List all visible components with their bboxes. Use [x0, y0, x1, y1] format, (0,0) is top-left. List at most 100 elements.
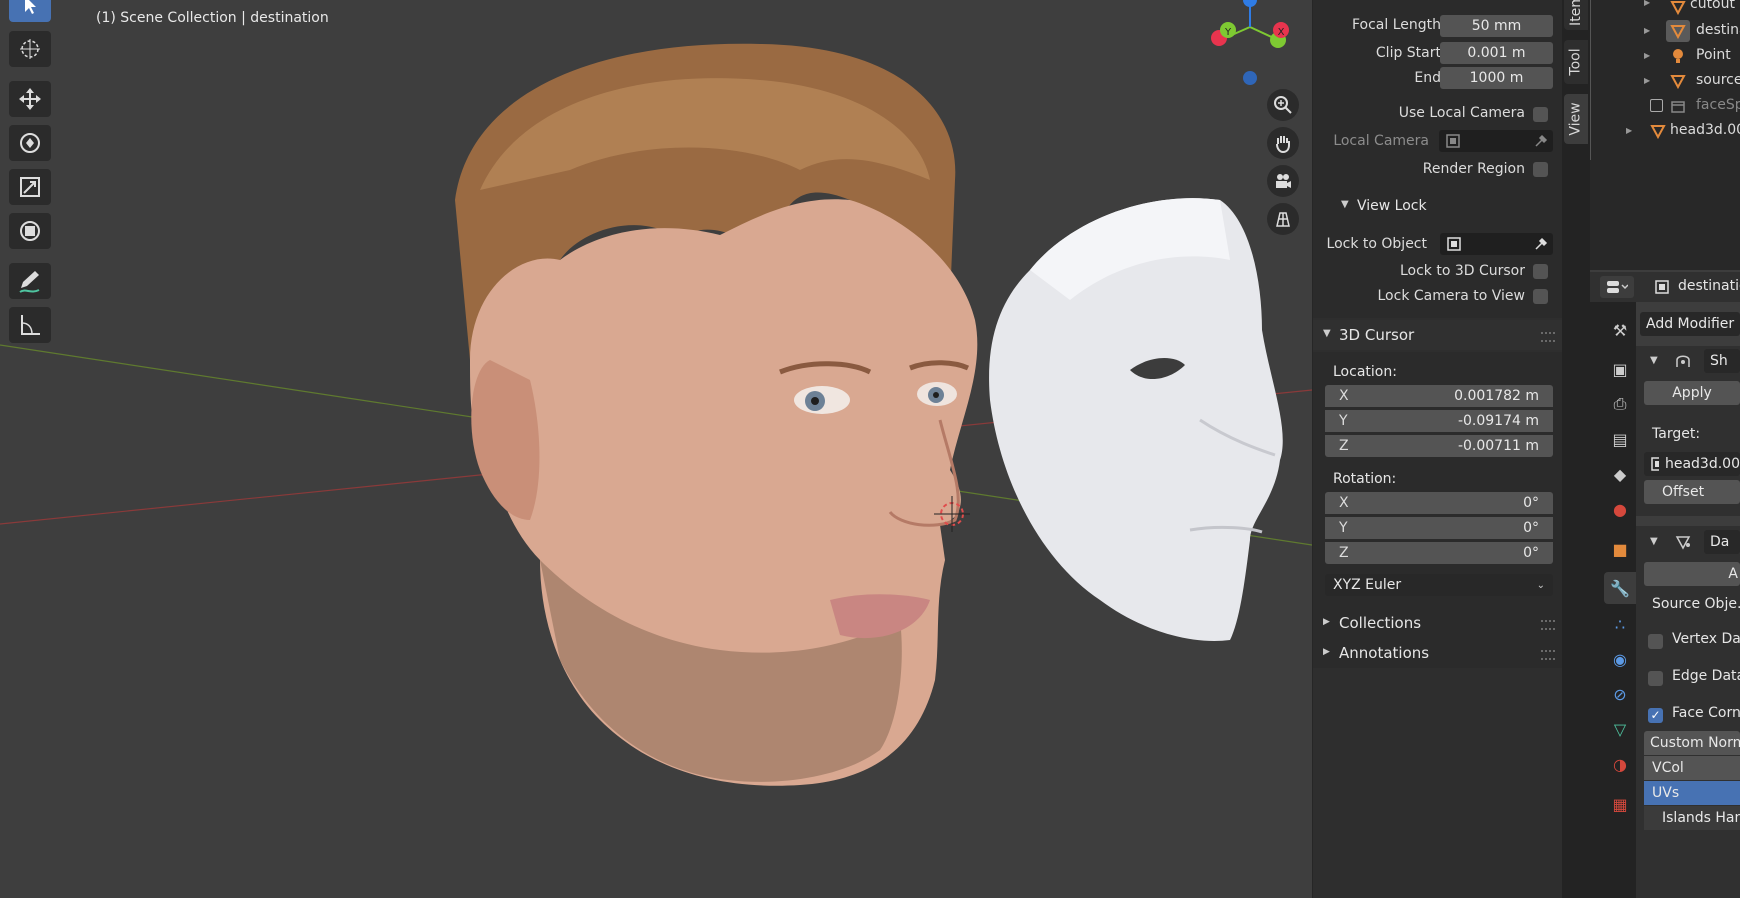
- cursor-tool[interactable]: [9, 31, 51, 67]
- local-camera-field[interactable]: [1439, 130, 1553, 152]
- expand-arrow-icon[interactable]: ▶: [1626, 126, 1632, 135]
- hand-icon: [1276, 136, 1290, 153]
- clip-end-label: End: [1414, 70, 1441, 86]
- exclude-checkbox[interactable]: [1650, 99, 1663, 112]
- render-region-label: Render Region: [1422, 161, 1525, 177]
- measure-tool[interactable]: [9, 307, 51, 343]
- expand-arrow-icon[interactable]: ▶: [1644, 0, 1650, 7]
- use-local-camera-checkbox[interactable]: [1533, 107, 1548, 122]
- transform-tool[interactable]: [9, 213, 51, 249]
- add-modifier-button[interactable]: Add Modifier: [1640, 312, 1740, 336]
- vertex-data-checkbox[interactable]: [1648, 634, 1663, 649]
- collections-title: Collections: [1339, 614, 1422, 632]
- use-local-camera-label: Use Local Camera: [1398, 105, 1525, 121]
- cursor-rotation-x-field[interactable]: X 0°: [1325, 492, 1553, 514]
- material-icon[interactable]: ◑: [1608, 752, 1632, 776]
- object-icon: [1447, 237, 1461, 251]
- clip-end-field[interactable]: 1000 m: [1440, 67, 1553, 89]
- zoom-button[interactable]: [1267, 89, 1299, 121]
- tool-settings-icon[interactable]: ⚒: [1608, 318, 1632, 342]
- edge-data-checkbox[interactable]: [1648, 671, 1663, 686]
- outliner-item[interactable]: ▶ destination: [1590, 19, 1740, 43]
- pan-button[interactable]: [1267, 127, 1299, 159]
- outliner-item[interactable]: ▶ source: [1590, 69, 1740, 93]
- scene-icon[interactable]: ◆: [1608, 462, 1632, 486]
- focal-length-field[interactable]: 50 mm: [1440, 15, 1553, 37]
- modifier-collapse-icon[interactable]: ▼: [1650, 536, 1658, 547]
- modifier-wrench-icon[interactable]: 🔧: [1604, 572, 1636, 604]
- 3d-viewport[interactable]: (1) Scene Collection | destination Y X: [0, 0, 1312, 898]
- annotations-panel-header[interactable]: ▶ Annotations: [1313, 638, 1563, 668]
- location-y-value: -0.09174 m: [1457, 413, 1539, 429]
- cursor-location-y-field[interactable]: Y -0.09174 m: [1325, 410, 1553, 432]
- expand-arrow-icon[interactable]: ▶: [1644, 76, 1650, 85]
- modifier-name-field[interactable]: Sh: [1704, 349, 1740, 373]
- constraints-icon[interactable]: ⊘: [1608, 682, 1632, 706]
- expand-arrow-icon[interactable]: ▶: [1644, 26, 1650, 35]
- view-lock-title[interactable]: View Lock: [1357, 198, 1427, 214]
- apply-button[interactable]: Apply: [1644, 381, 1740, 405]
- outliner-item[interactable]: ▶ Point: [1590, 44, 1740, 68]
- physics-icon[interactable]: ◉: [1608, 647, 1632, 671]
- render-icon[interactable]: ▣: [1608, 357, 1632, 381]
- cursor-rotation-y-field[interactable]: Y 0°: [1325, 517, 1553, 539]
- rotate-tool[interactable]: [9, 125, 51, 161]
- view-lock-collapse-icon[interactable]: ▼: [1341, 199, 1349, 210]
- cursor-location-z-field[interactable]: Z -0.00711 m: [1325, 435, 1553, 457]
- lock-to-3d-cursor-checkbox[interactable]: [1533, 264, 1548, 279]
- render-region-checkbox[interactable]: [1533, 162, 1548, 177]
- world-icon[interactable]: ●: [1608, 497, 1632, 521]
- outliner: ▶ cutout ▶ destination ▶ Point ▶ source …: [1590, 0, 1740, 270]
- zoom-icon: [1274, 96, 1292, 114]
- object-icon: [1651, 457, 1659, 471]
- modifier-collapse-icon[interactable]: ▼: [1650, 355, 1658, 366]
- clip-start-field[interactable]: 0.001 m: [1440, 42, 1553, 64]
- chevron-down-icon: ⌄: [1536, 579, 1545, 591]
- lock-camera-to-view-checkbox[interactable]: [1533, 289, 1548, 304]
- z-label: Z: [1339, 438, 1349, 454]
- particles-icon[interactable]: ∴: [1608, 612, 1632, 636]
- rotate-icon: [20, 133, 40, 153]
- data-type-option[interactable]: Islands Han: [1644, 806, 1740, 830]
- outliner-item[interactable]: faceSp: [1590, 94, 1740, 118]
- move-tool[interactable]: [9, 81, 51, 117]
- data-type-option[interactable]: VCol: [1644, 756, 1740, 780]
- drag-grip-icon[interactable]: [1541, 620, 1555, 630]
- outliner-item[interactable]: ▶ head3d.00: [1590, 119, 1740, 143]
- select-box-tool[interactable]: [9, 0, 51, 22]
- mesh-data-icon[interactable]: ▽: [1608, 717, 1632, 741]
- modifier-name-field[interactable]: Da: [1704, 530, 1740, 554]
- tab-view[interactable]: View: [1564, 94, 1588, 144]
- apply-button[interactable]: A: [1644, 562, 1740, 586]
- tab-item[interactable]: Item: [1564, 0, 1588, 30]
- ortho-toggle-button[interactable]: [1267, 203, 1299, 235]
- data-type-option[interactable]: Custom Norm: [1644, 731, 1740, 755]
- mesh-icon: [1670, 25, 1686, 39]
- texture-icon[interactable]: ▦: [1608, 792, 1632, 816]
- view-layer-icon[interactable]: ▤: [1608, 427, 1632, 451]
- editor-type-menu[interactable]: [1600, 276, 1634, 298]
- navigation-gizmo[interactable]: Y X: [1205, 0, 1295, 90]
- lock-to-object-field[interactable]: [1440, 233, 1553, 255]
- crosshair-icon: [20, 39, 40, 59]
- tab-tool[interactable]: Tool: [1564, 40, 1588, 84]
- annotate-tool[interactable]: [9, 263, 51, 299]
- face-corner-checkbox[interactable]: ✓: [1648, 708, 1663, 723]
- target-field[interactable]: head3d.00: [1644, 452, 1740, 476]
- scale-tool[interactable]: [9, 169, 51, 205]
- outliner-item[interactable]: ▶ cutout: [1590, 0, 1740, 19]
- expand-arrow-icon[interactable]: ▶: [1644, 51, 1650, 60]
- drag-grip-icon[interactable]: [1541, 332, 1555, 342]
- output-icon[interactable]: ⎙: [1608, 392, 1632, 416]
- cursor-rotation-z-field[interactable]: Z 0°: [1325, 542, 1553, 564]
- outliner-item-label: faceSp: [1696, 97, 1740, 113]
- rotation-mode-select[interactable]: XYZ Euler ⌄: [1325, 574, 1553, 596]
- data-type-option-selected[interactable]: UVs: [1644, 781, 1740, 805]
- 3d-cursor-panel-header[interactable]: ▼ 3D Cursor: [1313, 320, 1563, 350]
- drag-grip-icon[interactable]: [1541, 650, 1555, 660]
- cursor-location-x-field[interactable]: X 0.001782 m: [1325, 385, 1553, 407]
- camera-view-button[interactable]: [1267, 165, 1299, 197]
- collections-panel-header[interactable]: ▶ Collections: [1313, 608, 1563, 638]
- object-properties-icon[interactable]: ■: [1608, 537, 1632, 561]
- offset-field[interactable]: Offset: [1644, 480, 1740, 504]
